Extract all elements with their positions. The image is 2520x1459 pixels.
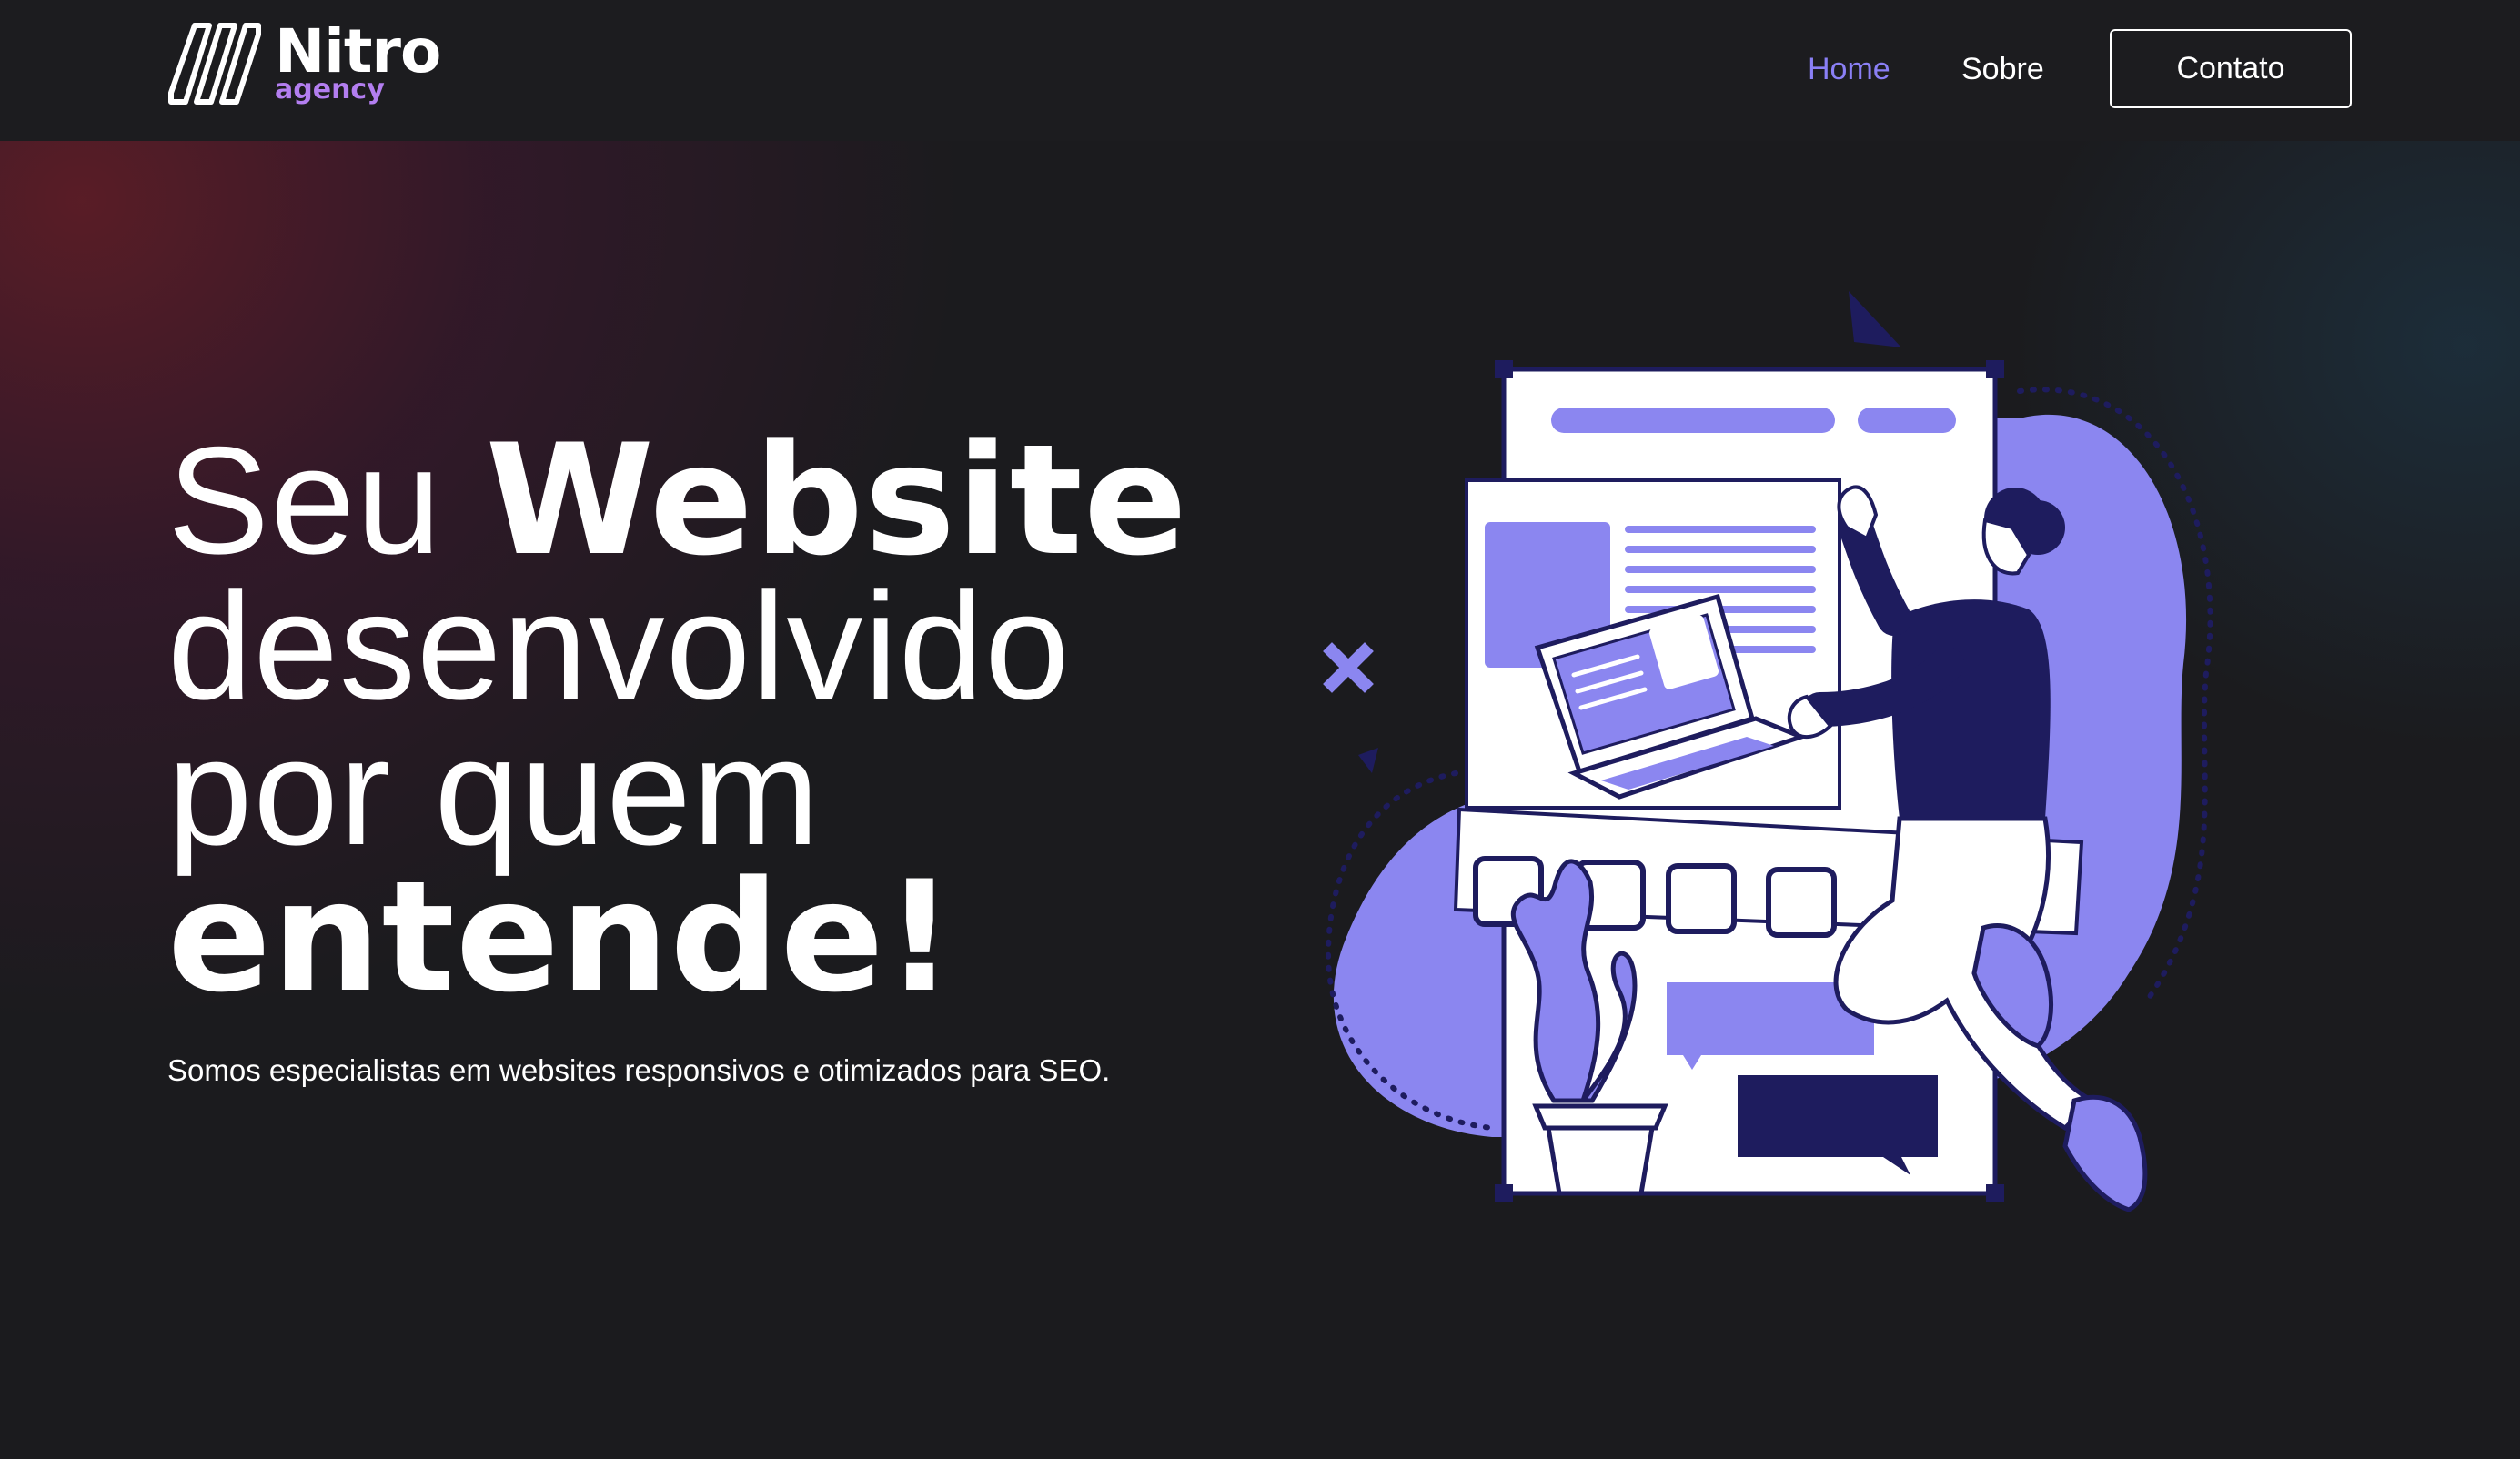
hero-title-line-1: Seu Website bbox=[167, 424, 1188, 577]
navbar: Nitro agency Home Sobre Contato bbox=[0, 0, 2520, 141]
hero-title-line-4: entende! bbox=[167, 848, 956, 1026]
contact-button[interactable]: Contato bbox=[2110, 29, 2352, 108]
web-developer-illustration-icon bbox=[1323, 291, 2213, 1212]
logo-text: Nitro agency bbox=[275, 22, 441, 104]
cross-decoration bbox=[1323, 642, 1374, 693]
nav-link-home[interactable]: Home bbox=[1808, 49, 1890, 89]
logo-link[interactable]: Nitro agency bbox=[167, 22, 441, 113]
hero-subtitle: Somos especialistas em websites responsi… bbox=[167, 1053, 1111, 1087]
hero-title-line-2: desenvolvido bbox=[167, 560, 1071, 731]
hero-title-line-3: por quem bbox=[167, 706, 821, 877]
hero-title: Seu Website desenvolvido por quem entend… bbox=[167, 424, 1188, 1026]
triangle-decoration-left bbox=[1358, 748, 1378, 773]
nav-link-sobre[interactable]: Sobre bbox=[1961, 49, 2044, 89]
triangle-decoration-top bbox=[1849, 291, 1901, 347]
slanted-stripes-logo-icon bbox=[168, 23, 261, 105]
page: Nitro agency Home Sobre Contato Seu Webs… bbox=[0, 0, 2520, 1459]
